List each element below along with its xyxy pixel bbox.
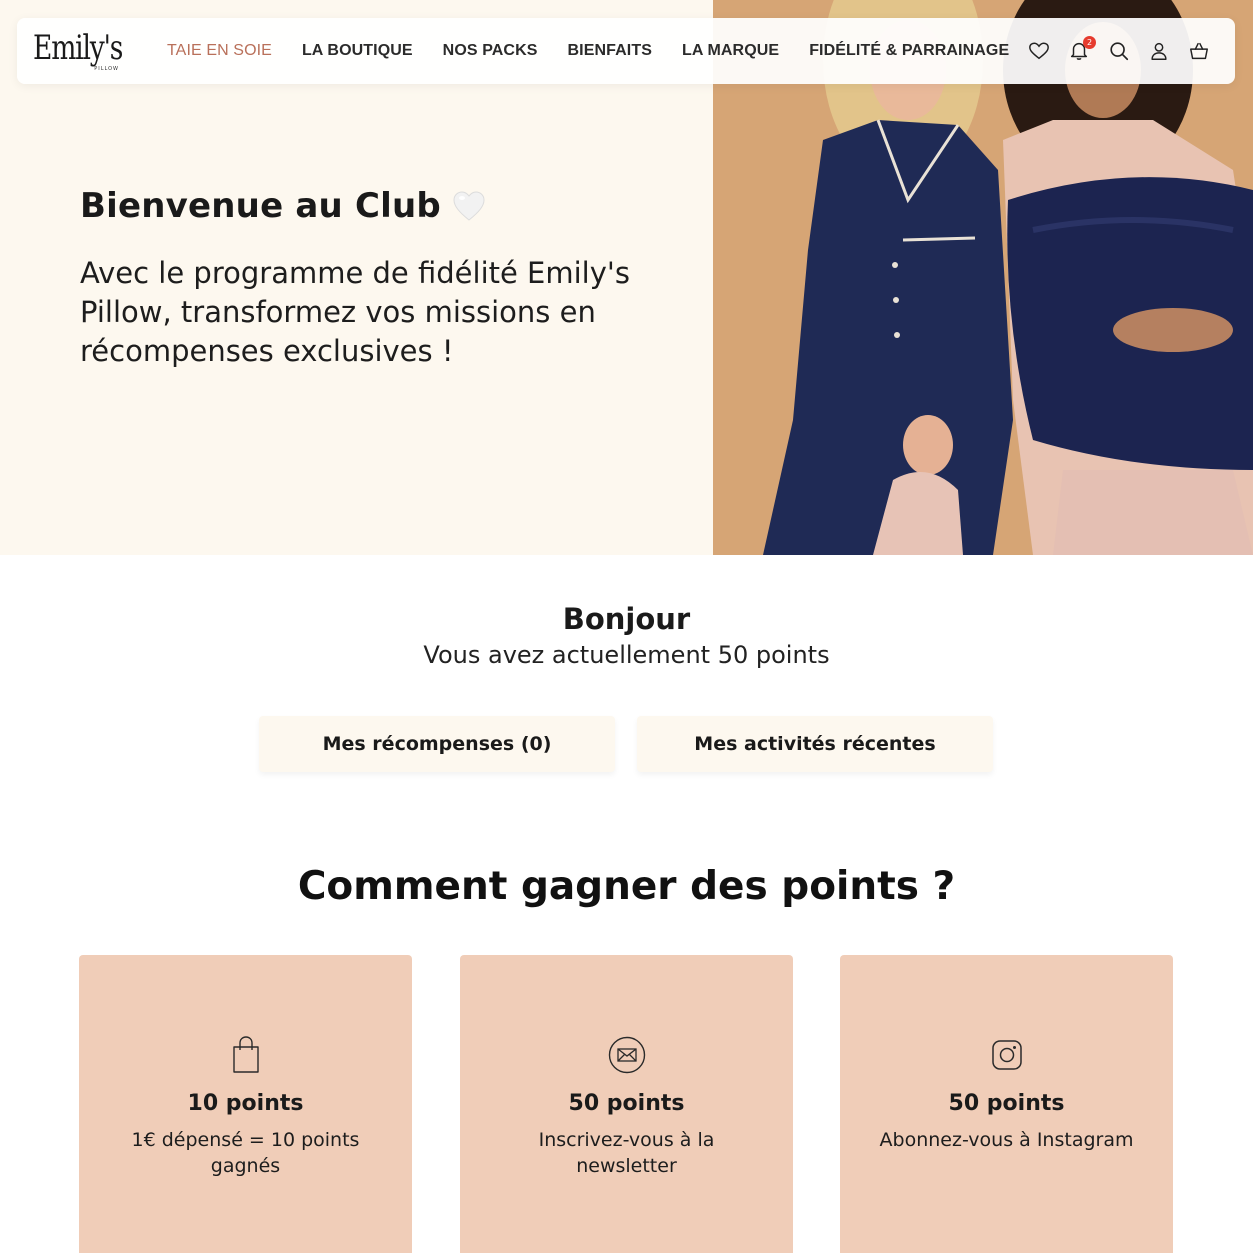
recent-activity-button[interactable]: Mes activités récentes <box>637 716 993 772</box>
basket-icon[interactable] <box>1187 39 1211 63</box>
points-summary: Bonjour Vous avez actuellement 50 points <box>0 600 1253 672</box>
hero-title: Bienvenue au Club <box>80 186 487 226</box>
envelope-icon <box>460 1035 793 1075</box>
nav-link-la-boutique[interactable]: LA BOUTIQUE <box>302 42 413 60</box>
earn-card-newsletter: 50 points Inscrivez-vous à la newsletter <box>460 955 793 1253</box>
card-points-value: 10 points <box>187 1091 304 1116</box>
nav-link-la-marque[interactable]: LA MARQUE <box>682 42 779 60</box>
top-navbar: Emily's PILLOW TAIE EN SOIE LA BOUTIQUE … <box>17 18 1235 84</box>
notification-badge: 2 <box>1083 36 1096 49</box>
user-icon[interactable] <box>1147 39 1171 63</box>
brand-logo[interactable]: Emily's PILLOW <box>33 26 123 76</box>
nav-link-nos-packs[interactable]: NOS PACKS <box>443 42 538 60</box>
earn-card-instagram: 50 points Abonnez-vous à Instagram <box>840 955 1173 1253</box>
instagram-icon <box>840 1035 1173 1075</box>
earn-card-purchase: 10 points 1€ dépensé = 10 points gagnés <box>79 955 412 1253</box>
hero-title-text: Bienvenue au Club <box>80 186 441 226</box>
nav-link-fidelite-parrainage[interactable]: FIDÉLITÉ & PARRAINAGE <box>809 42 1009 60</box>
earn-points-title: Comment gagner des points ? <box>297 864 956 909</box>
nav-link-bienfaits[interactable]: BIENFAITS <box>568 42 652 60</box>
search-icon[interactable] <box>1107 39 1131 63</box>
shopping-bag-icon <box>79 1035 412 1075</box>
nav-link-taie-en-soie[interactable]: TAIE EN SOIE <box>167 42 272 60</box>
my-rewards-button[interactable]: Mes récompenses (0) <box>259 716 615 772</box>
main-menu: TAIE EN SOIE LA BOUTIQUE NOS PACKS BIENF… <box>167 18 1039 84</box>
card-points-value: 50 points <box>948 1091 1065 1116</box>
logo-subtext: PILLOW <box>94 66 119 72</box>
hero-description: Avec le programme de fidélité Emily's Pi… <box>80 256 630 368</box>
logo-text: Emily's <box>33 28 123 68</box>
card-description: 1€ dépensé = 10 points gagnés <box>131 1129 360 1177</box>
card-description: Abonnez-vous à Instagram <box>879 1129 1134 1151</box>
card-description: Inscrivez-vous à la newsletter <box>538 1129 715 1177</box>
heart-icon[interactable] <box>1027 39 1051 63</box>
white-heart-icon <box>453 191 485 221</box>
bell-icon[interactable]: 2 <box>1067 36 1096 63</box>
greeting-title: Bonjour <box>562 602 691 636</box>
card-points-value: 50 points <box>568 1091 685 1116</box>
nav-icon-group: 2 <box>1027 18 1211 84</box>
points-balance-text: Vous avez actuellement 50 points <box>423 641 830 669</box>
